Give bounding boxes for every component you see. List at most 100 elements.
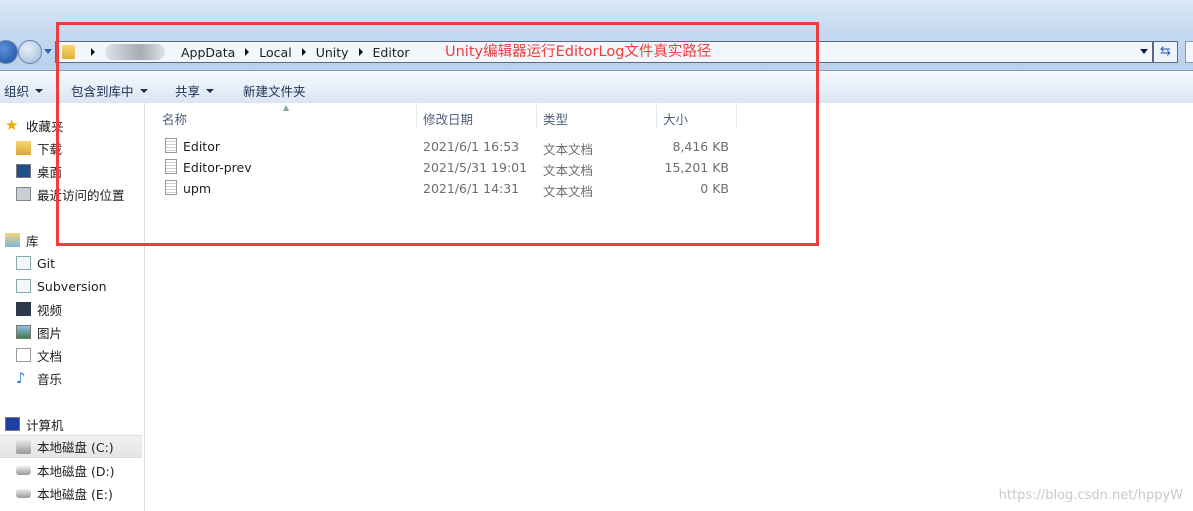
chevron-right-icon[interactable]: [245, 48, 250, 56]
star-icon: ★: [5, 116, 19, 134]
column-header-size[interactable]: 大小: [663, 109, 688, 128]
sidebar-item-music[interactable]: ♪ 音乐: [16, 368, 62, 388]
recent-places-icon: [16, 187, 31, 201]
desktop-icon: [16, 164, 31, 178]
label: 音乐: [37, 371, 63, 387]
breadcrumb-editor[interactable]: Editor: [367, 45, 416, 60]
annotation-text: Unity编辑器运行EditorLog文件真实路径: [445, 44, 712, 60]
column-divider[interactable]: [736, 103, 737, 129]
sidebar-item-pictures[interactable]: 图片: [16, 322, 62, 342]
organize-label: 组织: [4, 84, 30, 99]
text-file-icon: [165, 180, 177, 195]
file-row[interactable]: Editor-prev 2021/5/31 19:01 文本文档 15,201 …: [163, 158, 743, 178]
git-library-icon: [16, 256, 31, 270]
sidebar-libraries[interactable]: 库: [5, 230, 39, 250]
address-dropdown-icon[interactable]: [1140, 49, 1148, 54]
file-type: 文本文档: [543, 163, 594, 178]
file-row[interactable]: Editor 2021/6/1 16:53 文本文档 8,416 KB: [163, 137, 743, 157]
new-folder-button[interactable]: 新建文件夹: [243, 81, 306, 100]
chevron-right-icon[interactable]: [301, 48, 306, 56]
file-date: 2021/5/31 19:01: [423, 160, 528, 175]
sidebar-item-drive-d[interactable]: 本地磁盘 (D:): [16, 460, 115, 480]
label: 下载: [37, 141, 63, 157]
documents-icon: [16, 348, 31, 362]
file-date: 2021/6/1 14:31: [423, 181, 520, 196]
chevron-down-icon: [206, 88, 215, 93]
toolbar: 组织 包含到库中 共享 新建文件夹: [0, 70, 1193, 103]
breadcrumb-local[interactable]: Local: [253, 45, 297, 60]
label: 桌面: [37, 164, 63, 180]
file-name: Editor-prev: [183, 160, 252, 175]
label: Git: [37, 255, 56, 271]
sidebar-item-drive-c[interactable]: 本地磁盘 (C:): [0, 435, 142, 458]
share-label: 共享: [175, 84, 201, 99]
text-file-icon: [165, 159, 177, 174]
sidebar-item-videos[interactable]: 视频: [16, 299, 62, 319]
file-list: 名称 ▲ 修改日期 类型 大小 Editor 2021/6/1 16:53 文本…: [145, 103, 1193, 511]
new-folder-label: 新建文件夹: [243, 84, 306, 99]
sidebar-favorites[interactable]: ★ 收藏夹: [5, 115, 64, 135]
label: 本地磁盘 (C:): [37, 440, 114, 455]
file-name: Editor: [183, 139, 220, 154]
folder-icon: [62, 45, 75, 59]
file-size: 15,201 KB: [664, 160, 729, 175]
include-label: 包含到库中: [71, 84, 134, 99]
column-header-name[interactable]: 名称: [162, 109, 187, 128]
navigation-pane: ★ 收藏夹 下载 桌面 最近访问的位置 库 Git Subversion 视频 图…: [0, 103, 145, 511]
subversion-library-icon: [16, 279, 31, 293]
file-size: 0 KB: [700, 181, 729, 196]
file-size: 8,416 KB: [672, 139, 729, 154]
sidebar-item-recent[interactable]: 最近访问的位置: [16, 184, 125, 204]
file-row[interactable]: upm 2021/6/1 14:31 文本文档 0 KB: [163, 179, 743, 199]
chevron-down-icon: [35, 88, 44, 93]
chevron-right-icon[interactable]: [358, 48, 363, 56]
label: 库: [26, 233, 39, 249]
chevron-down-icon: [139, 88, 148, 93]
label: 最近访问的位置: [37, 187, 125, 203]
sidebar-item-downloads[interactable]: 下载: [16, 138, 62, 158]
refresh-icon[interactable]: ⇆: [1153, 41, 1178, 63]
sidebar-computer[interactable]: 计算机: [5, 414, 64, 434]
organize-button[interactable]: 组织: [4, 81, 44, 100]
sidebar-item-drive-e[interactable]: 本地磁盘 (E:): [16, 483, 113, 503]
sidebar-item-documents[interactable]: 文档: [16, 345, 62, 365]
sidebar-item-subversion[interactable]: Subversion: [16, 276, 107, 296]
label: 视频: [37, 302, 63, 318]
column-header-type[interactable]: 类型: [543, 109, 568, 128]
label: 图片: [37, 325, 63, 341]
drive-icon: [16, 465, 31, 475]
search-input[interactable]: [1185, 41, 1193, 63]
sidebar-item-desktop[interactable]: 桌面: [16, 161, 62, 181]
label: 文档: [37, 348, 63, 364]
label: Subversion: [37, 278, 107, 294]
label: 计算机: [26, 417, 64, 433]
text-file-icon: [165, 138, 177, 153]
column-divider[interactable]: [656, 103, 657, 129]
label: 本地磁盘 (E:): [37, 486, 113, 502]
include-in-library-button[interactable]: 包含到库中: [71, 81, 148, 100]
column-divider[interactable]: [536, 103, 537, 129]
recent-pages-dropdown[interactable]: [44, 49, 52, 54]
music-icon: ♪: [16, 369, 26, 387]
computer-icon: [5, 417, 20, 431]
file-name: upm: [183, 181, 212, 196]
blurred-crumb: [105, 44, 165, 60]
file-date: 2021/6/1 16:53: [423, 139, 520, 154]
sort-ascending-icon: ▲: [283, 103, 290, 112]
pictures-icon: [16, 325, 31, 339]
breadcrumb-appdata[interactable]: AppData: [175, 45, 241, 60]
column-divider[interactable]: [416, 103, 417, 129]
drive-icon: [16, 488, 31, 498]
chevron-right-icon[interactable]: [91, 48, 95, 56]
sidebar-item-git[interactable]: Git: [16, 253, 55, 273]
drive-icon: [16, 439, 31, 454]
label: 收藏夹: [26, 118, 64, 134]
label: 本地磁盘 (D:): [37, 463, 115, 479]
video-icon: [16, 302, 31, 316]
share-button[interactable]: 共享: [175, 81, 215, 100]
downloads-icon: [16, 141, 31, 155]
file-type: 文本文档: [543, 184, 594, 199]
breadcrumb-unity[interactable]: Unity: [310, 45, 355, 60]
column-header-date[interactable]: 修改日期: [423, 109, 473, 128]
forward-button[interactable]: [18, 40, 42, 64]
